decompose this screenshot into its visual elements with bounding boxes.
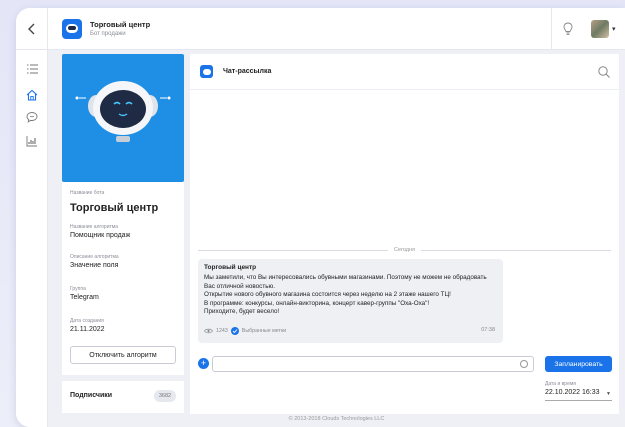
side-rail — [16, 50, 48, 427]
schedule-button[interactable]: Запланировать — [545, 356, 612, 372]
home-icon[interactable] — [25, 88, 39, 102]
bot-logo-icon — [62, 18, 82, 39]
caret-down-icon[interactable]: ▼ — [606, 391, 611, 397]
lightbulb-icon — [563, 22, 572, 36]
chat-logo-icon — [200, 65, 213, 78]
app-window: Торговый центр Бот продажи ▾ Название бо… — [16, 8, 625, 427]
user-menu[interactable]: ▾ — [591, 19, 621, 39]
app-subtitle: Бот продажи — [90, 31, 126, 37]
group-value: Telegram — [70, 294, 99, 301]
chat-title: Чат-рассылка — [223, 68, 272, 75]
search-icon[interactable] — [597, 65, 611, 79]
app-title: Торговый центр — [90, 20, 151, 29]
chevron-left-icon — [27, 23, 34, 34]
eye-icon — [204, 328, 213, 334]
emoji-icon[interactable] — [520, 360, 528, 368]
chat-bubble-icon[interactable] — [25, 110, 39, 124]
avatar — [591, 20, 609, 38]
datetime-value[interactable]: 22.10.2022 16:33 — [545, 389, 600, 396]
date-divider: Сегодня — [198, 246, 611, 254]
created-label: Дата создания — [70, 318, 104, 324]
date-divider-label: Сегодня — [393, 247, 416, 253]
algorithm-label: Название алгоритма — [70, 224, 119, 230]
description-label: Описание алгоритма — [70, 254, 119, 260]
message-input[interactable] — [212, 356, 534, 372]
message-time: 07:38 — [481, 327, 495, 333]
tips-button[interactable] — [551, 8, 583, 50]
bot-info-card: Название бота Торговый центр Название ал… — [62, 182, 184, 375]
robot-icon — [75, 81, 171, 142]
group-label: Группа — [70, 286, 86, 292]
views-count: 1243 — [216, 328, 228, 334]
datetime-underline — [545, 400, 612, 401]
disable-algorithm-button[interactable]: Отключить алгоритм — [70, 346, 176, 364]
bot-name-label: Название бота — [70, 190, 105, 196]
description-value: Значение поля — [70, 262, 119, 269]
bot-name: Торговый центр — [70, 202, 159, 214]
chat-header: Чат-рассылка — [190, 54, 619, 90]
algorithm-value: Помощник продаж — [70, 232, 131, 239]
message-bubble[interactable]: Торговый центр Мы заметили, что Вы интер… — [198, 259, 503, 343]
app-titles: Торговый центр Бот продажи — [90, 20, 150, 37]
selected-tags-label[interactable]: Выбранные метки — [242, 328, 286, 334]
datetime-label: Дата и время — [545, 381, 577, 387]
bot-illustration — [62, 54, 184, 182]
subscribers-count-badge: 3682 — [154, 390, 176, 402]
list-icon[interactable] — [25, 62, 39, 76]
main-content: Название бота Торговый центр Название ал… — [48, 50, 625, 427]
message-text: Мы заметили, что Вы интересовались обувн… — [204, 274, 487, 315]
top-bar: Торговый центр Бот продажи ▾ — [16, 8, 625, 50]
chart-icon[interactable] — [25, 134, 39, 148]
attach-plus-button[interactable]: + — [198, 358, 209, 369]
created-value: 21.11.2022 — [70, 326, 105, 333]
chat-panel: Чат-рассылка Сегодня Торговый центр Мы з… — [190, 54, 619, 414]
subscribers-label: Подписчики — [70, 392, 113, 399]
check-icon — [230, 327, 239, 335]
footer-copyright: © 2013-2018 Clouds Technologies LLC — [288, 416, 385, 422]
message-sender: Торговый центр — [204, 264, 257, 271]
plus-icon: + — [200, 358, 207, 368]
message-footer: 1243 Выбранные метки — [204, 327, 286, 335]
chevron-down-icon: ▾ — [612, 26, 616, 33]
back-button[interactable] — [16, 8, 48, 50]
subscribers-card[interactable]: Подписчики 3682 — [62, 381, 184, 413]
